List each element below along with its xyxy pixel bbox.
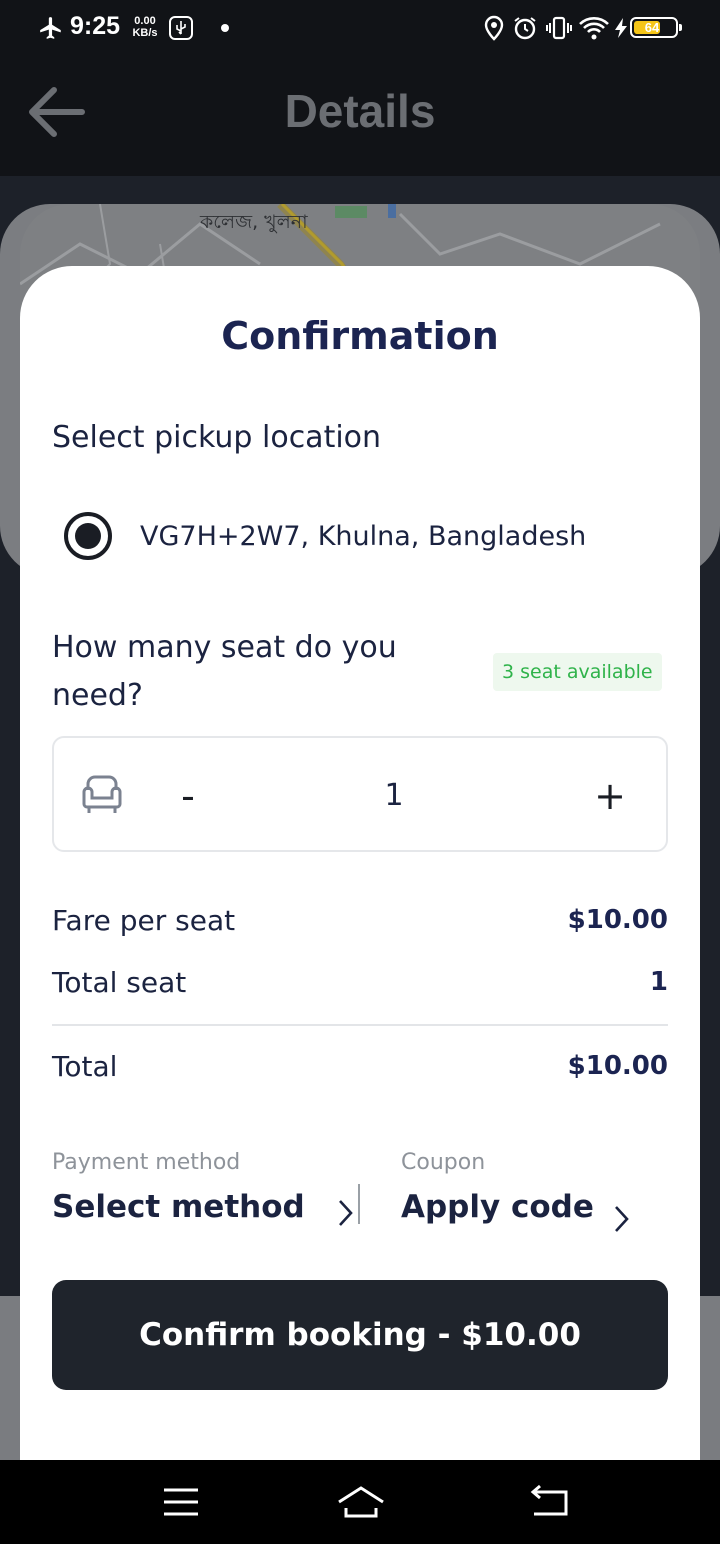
- fare-per-seat-value: $10.00: [567, 905, 668, 935]
- payment-method-selector[interactable]: Payment method Select method: [52, 1150, 305, 1225]
- confirm-booking-button[interactable]: Confirm booking - $10.00: [52, 1280, 668, 1390]
- background-page-title: Details: [284, 85, 436, 137]
- battery-level: 64: [644, 20, 660, 35]
- confirmation-sheet: Confirmation Select pickup location VG7H…: [20, 266, 700, 1460]
- total-value: $10.00: [567, 1051, 668, 1081]
- dot-icon: [221, 24, 229, 32]
- coupon-value[interactable]: Apply code: [401, 1189, 594, 1225]
- total-seat-value: 1: [649, 967, 668, 997]
- pickup-option-label: VG7H+2W7, Khulna, Bangladesh: [140, 520, 587, 552]
- airplane-icon: [40, 17, 61, 39]
- home-icon[interactable]: [336, 1484, 386, 1520]
- chevron-right-icon[interactable]: [612, 1204, 630, 1234]
- map-place-label: কলেজ, খুলনা: [200, 211, 308, 233]
- navigation-bar: [0, 1460, 720, 1544]
- total-label: Total: [52, 1049, 118, 1083]
- total-seat-row: Total seat 1: [52, 962, 668, 1002]
- fare-per-seat-label: Fare per seat: [52, 903, 236, 937]
- seat-availability-badge: 3 seat available: [493, 653, 662, 691]
- armchair-icon: [82, 775, 122, 813]
- sheet-title: Confirmation: [221, 314, 499, 358]
- seat-count-value: 1: [384, 778, 404, 813]
- pickup-location-label: Select pickup location: [52, 420, 382, 455]
- charging-icon: [615, 18, 627, 38]
- usb-icon: [169, 16, 193, 40]
- coupon-caption: Coupon: [401, 1150, 486, 1175]
- status-bar: 9:25 0.00 KB/s 64: [0, 0, 720, 56]
- fare-per-seat-row: Fare per seat $10.00: [52, 900, 668, 940]
- coupon-selector[interactable]: Coupon Apply code: [401, 1150, 594, 1225]
- seat-count-question: How many seat do you need?: [52, 630, 397, 713]
- wifi-icon: [579, 17, 609, 40]
- pickup-option[interactable]: VG7H+2W7, Khulna, Bangladesh: [64, 510, 624, 562]
- decrease-seat-button[interactable]: -: [160, 766, 216, 826]
- divider: [52, 1024, 668, 1026]
- clock: 9:25: [70, 12, 121, 40]
- back-icon[interactable]: [528, 1484, 570, 1520]
- alarm-icon: [514, 17, 536, 40]
- menu-icon[interactable]: [162, 1484, 200, 1520]
- location-icon: [484, 15, 504, 41]
- chevron-right-icon[interactable]: [336, 1198, 354, 1228]
- payment-method-caption: Payment method: [52, 1150, 241, 1175]
- payment-coupon-separator: [358, 1184, 360, 1224]
- battery-icon: 64: [630, 17, 682, 38]
- total-seat-label: Total seat: [52, 965, 187, 999]
- increase-seat-button[interactable]: +: [582, 766, 638, 826]
- payment-method-value[interactable]: Select method: [52, 1189, 305, 1225]
- pickup-radio-selected[interactable]: [64, 512, 112, 560]
- total-row: Total $10.00: [52, 1046, 668, 1086]
- network-speed: 0.00 KB/s: [132, 15, 158, 39]
- vibrate-icon: [546, 16, 572, 40]
- seat-quantity-stepper: - 1 +: [52, 736, 668, 852]
